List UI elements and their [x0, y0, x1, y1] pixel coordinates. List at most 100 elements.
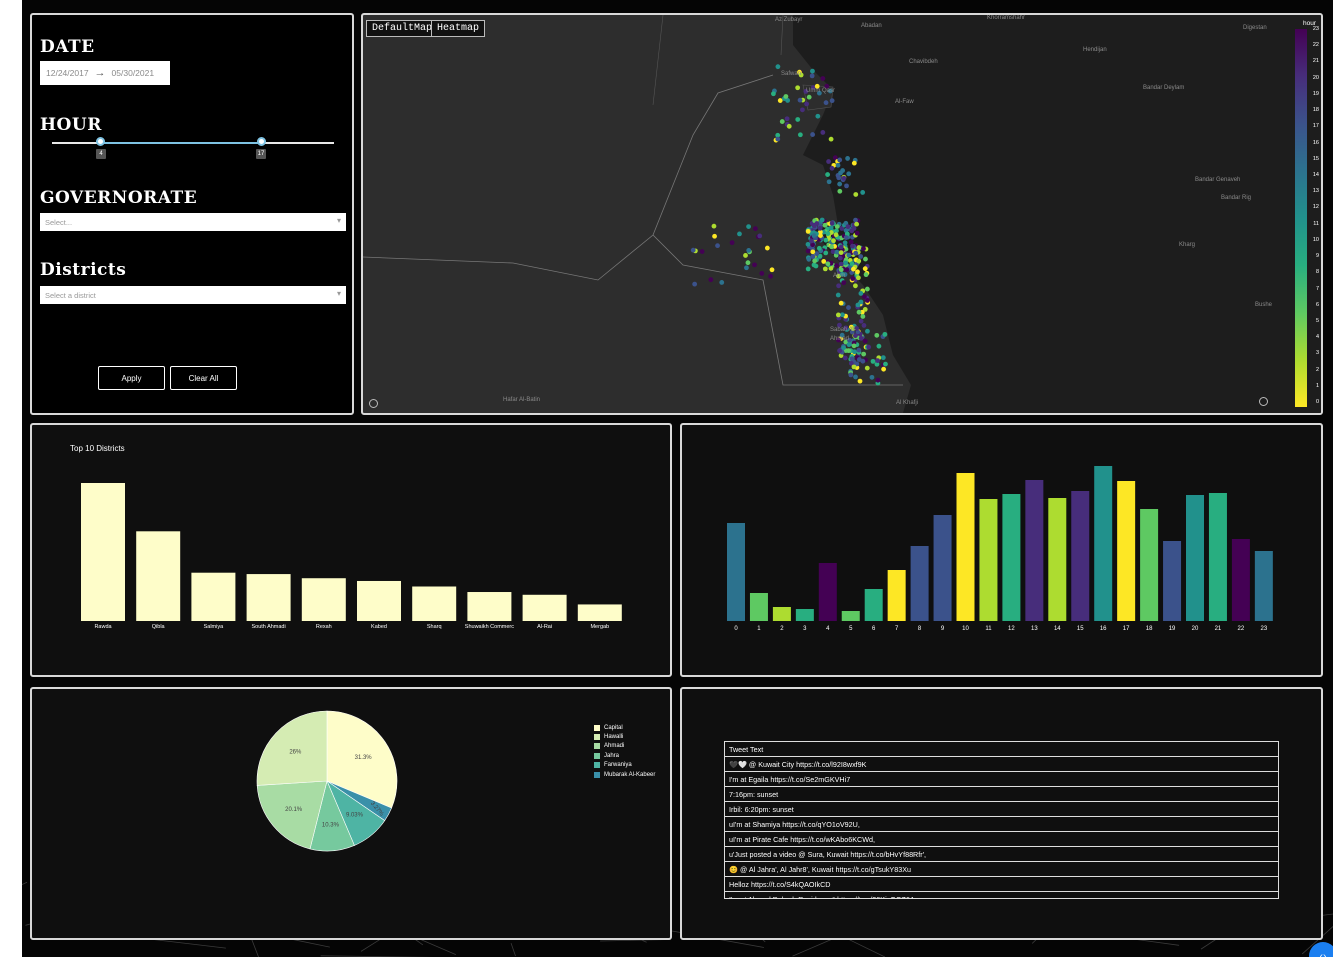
tweet-point[interactable]	[858, 335, 864, 341]
tweet-point[interactable]	[848, 372, 854, 378]
bar[interactable]	[522, 594, 567, 621]
tweet-point[interactable]	[825, 172, 831, 177]
tweet-point[interactable]	[759, 271, 765, 276]
tweet-point[interactable]	[769, 267, 775, 273]
tweet-point[interactable]	[837, 181, 843, 187]
tweet-point[interactable]	[692, 281, 698, 287]
tweet-point[interactable]	[743, 253, 748, 258]
bar[interactable]	[246, 574, 291, 621]
tweet-point[interactable]	[809, 73, 815, 79]
tweet-point[interactable]	[853, 217, 858, 223]
tweet-point[interactable]	[858, 254, 864, 259]
tweet-point[interactable]	[855, 269, 860, 275]
tweet-point[interactable]	[838, 250, 844, 255]
tweet-point[interactable]	[829, 165, 835, 171]
tweet-point[interactable]	[882, 331, 888, 337]
bar[interactable]	[979, 499, 998, 621]
bar[interactable]	[1186, 495, 1204, 621]
tweet-point[interactable]	[809, 238, 814, 244]
tweet-point[interactable]	[777, 98, 783, 103]
bar[interactable]	[795, 609, 814, 621]
tweet-point[interactable]	[690, 247, 696, 253]
tweet-point[interactable]	[775, 136, 781, 142]
bar[interactable]	[467, 592, 512, 621]
tweet-point[interactable]	[849, 261, 855, 267]
tweet-point[interactable]	[853, 192, 859, 197]
bar[interactable]	[412, 586, 457, 622]
tweet-point[interactable]	[804, 101, 810, 107]
tweet-point[interactable]	[822, 222, 828, 228]
tweet-point[interactable]	[764, 245, 770, 251]
tweet-point[interactable]	[820, 76, 826, 81]
bar[interactable]	[1231, 539, 1250, 621]
tweet-point[interactable]	[840, 168, 846, 173]
bar[interactable]	[1254, 551, 1273, 621]
tweet-point[interactable]	[838, 244, 844, 250]
tweet-point[interactable]	[828, 136, 834, 142]
bar[interactable]	[1208, 493, 1227, 621]
tweet-point[interactable]	[851, 225, 857, 231]
tweet-point[interactable]	[784, 116, 790, 122]
date-range-picker[interactable]: 12/24/2017 → 05/30/2021	[40, 61, 170, 85]
tweet-point[interactable]	[744, 265, 749, 271]
tweet-point[interactable]	[813, 263, 819, 269]
tweet-point[interactable]	[854, 230, 860, 236]
legend-item[interactable]: Mubarak Al-Kabeer	[594, 770, 655, 779]
tweet-point[interactable]	[835, 162, 841, 168]
tweet-point[interactable]	[863, 272, 869, 278]
tweet-point[interactable]	[843, 235, 849, 240]
tweet-point[interactable]	[849, 356, 855, 362]
tweet-point[interactable]	[805, 228, 811, 234]
bar[interactable]	[818, 563, 837, 621]
tweet-point[interactable]	[856, 309, 862, 315]
tweet-point[interactable]	[795, 117, 801, 122]
tweet-point[interactable]	[837, 255, 843, 261]
tweet-point[interactable]	[875, 358, 881, 363]
bar[interactable]	[1025, 480, 1044, 621]
tweet-point[interactable]	[815, 113, 821, 119]
tweet-point[interactable]	[835, 312, 841, 318]
legend-item[interactable]: Ahmadi	[594, 742, 655, 751]
tweet-point[interactable]	[865, 298, 870, 303]
apply-button[interactable]: Apply	[98, 366, 165, 390]
tweet-point[interactable]	[851, 160, 857, 166]
tweet-point[interactable]	[775, 64, 781, 70]
bar[interactable]	[1117, 481, 1136, 621]
tweet-point[interactable]	[786, 123, 792, 129]
tweet-point[interactable]	[842, 355, 848, 361]
tweet-point[interactable]	[876, 343, 882, 349]
tweet-point[interactable]	[881, 366, 887, 372]
tweet-point[interactable]	[820, 130, 826, 135]
tweet-point[interactable]	[797, 97, 803, 103]
tweet-point[interactable]	[838, 300, 844, 306]
tweet-point[interactable]	[862, 266, 868, 272]
tweet-point[interactable]	[855, 302, 861, 308]
tweet-point[interactable]	[861, 351, 867, 357]
tweet-point[interactable]	[836, 175, 842, 181]
tweet-point[interactable]	[856, 245, 862, 250]
tweet-point[interactable]	[836, 283, 841, 289]
hour-slider-handle-high[interactable]	[257, 137, 266, 146]
tweet-point[interactable]	[848, 239, 854, 245]
bar[interactable]	[577, 604, 622, 621]
tweet-point[interactable]	[851, 266, 856, 272]
tweet-point[interactable]	[752, 226, 758, 232]
tweet-point[interactable]	[771, 91, 776, 97]
legend-item[interactable]: Jahra	[594, 751, 655, 760]
tweet-point[interactable]	[831, 238, 836, 244]
bar[interactable]	[887, 570, 906, 621]
tweet-point[interactable]	[829, 244, 834, 250]
tweet-point[interactable]	[860, 314, 866, 319]
tweet-point[interactable]	[746, 247, 752, 253]
tweet-point[interactable]	[805, 248, 811, 254]
tweet-point[interactable]	[851, 364, 857, 370]
tweet-point[interactable]	[863, 256, 868, 262]
bar[interactable]	[1002, 494, 1021, 621]
district-select[interactable]: Select a district ▾	[40, 286, 346, 304]
tweet-point[interactable]	[858, 318, 864, 324]
date-end[interactable]: 05/30/2021	[112, 68, 155, 78]
bar[interactable]	[301, 578, 346, 621]
tweet-point[interactable]	[837, 348, 842, 354]
tweet-point[interactable]	[862, 338, 868, 344]
tweet-point[interactable]	[845, 156, 850, 161]
